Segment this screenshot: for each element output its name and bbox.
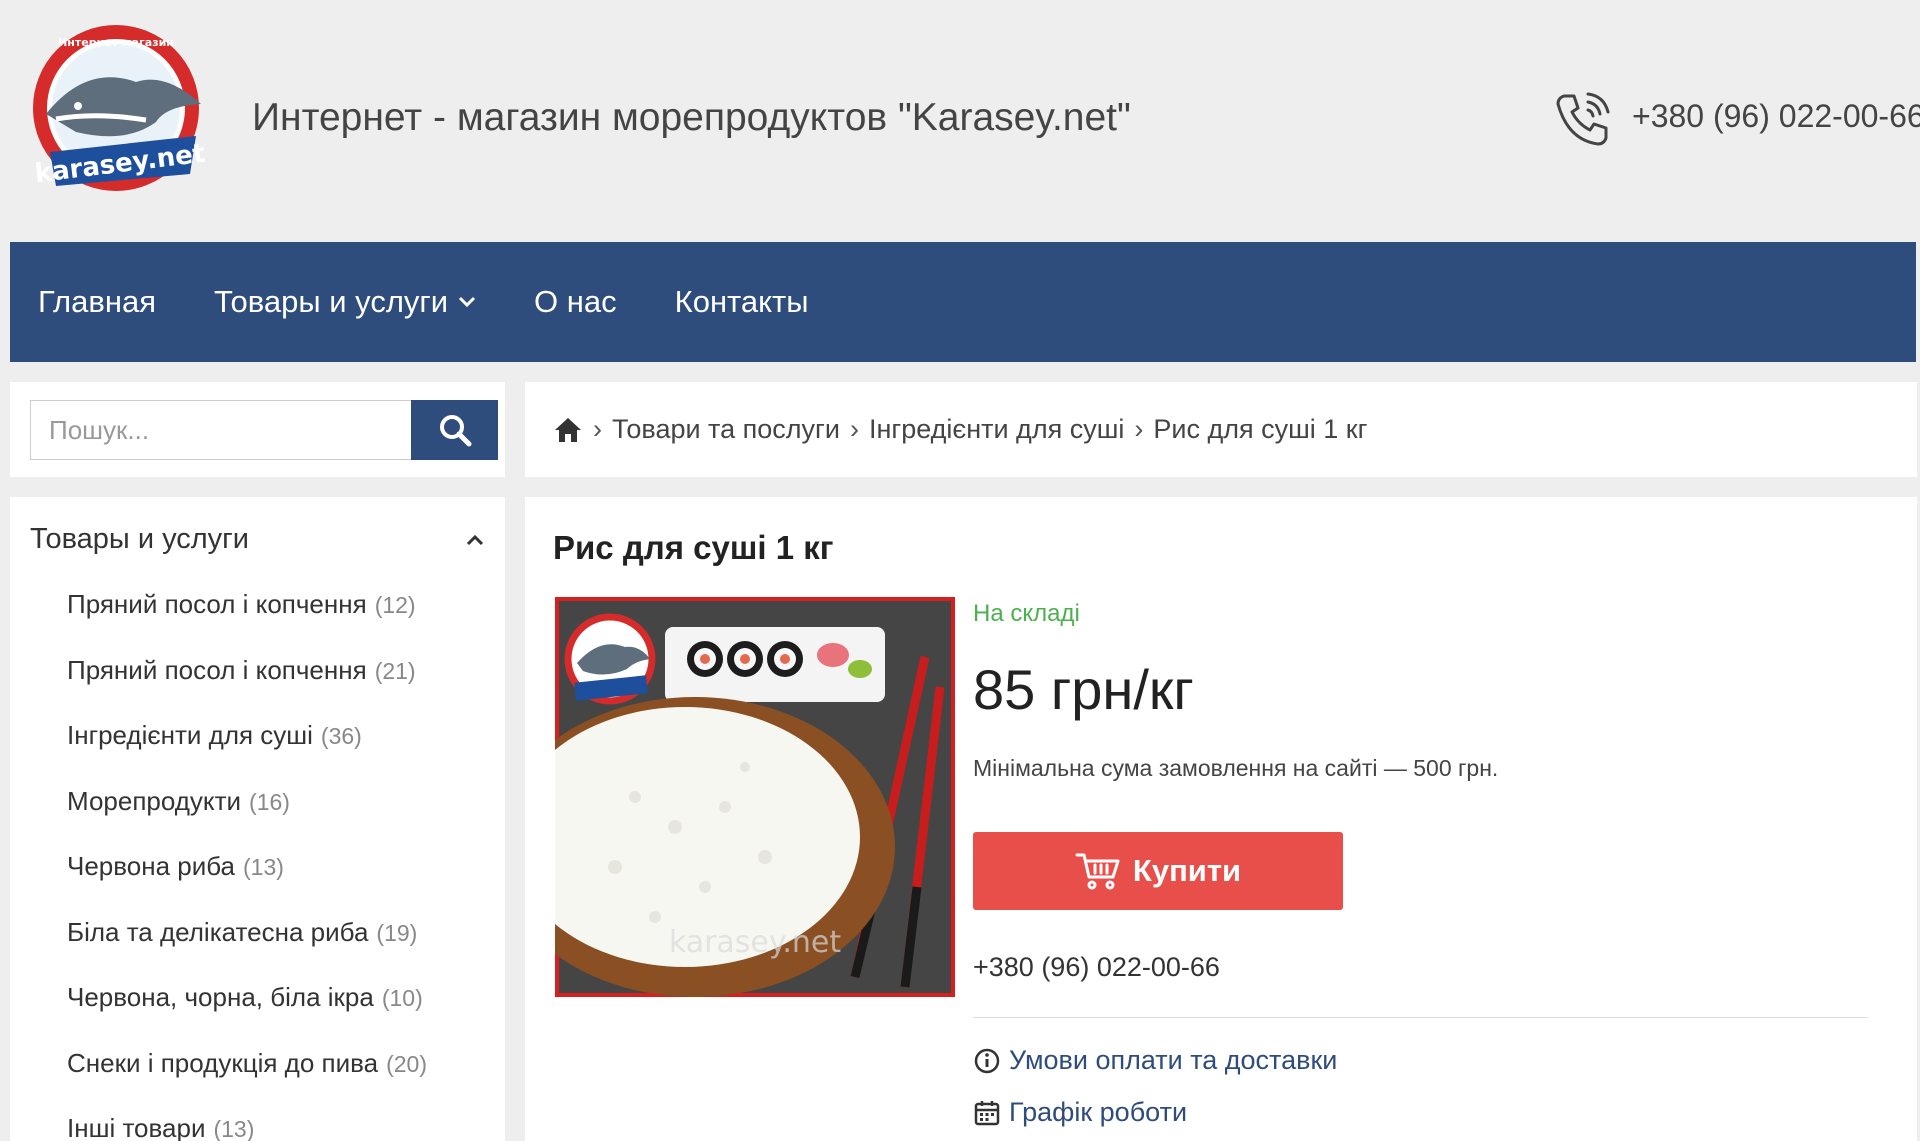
info-icon xyxy=(974,1048,1000,1073)
work-schedule-label: Графік роботи xyxy=(1009,1097,1188,1127)
product-price: 85 грн/кг xyxy=(973,658,1194,721)
sidebar-item-label: Червона, чорна, біла ікра xyxy=(67,982,374,1012)
min-order-note: Мінімальна сума замовлення на сайті — 50… xyxy=(973,755,1499,781)
buy-button[interactable]: Купити xyxy=(973,832,1343,910)
product-title: Рис для суші 1 кг xyxy=(553,529,834,566)
stock-status: На складі xyxy=(973,600,1080,627)
sidebar-title: Товары и услуги xyxy=(30,523,249,555)
divider xyxy=(973,1017,1868,1018)
sidebar-item-label: Морепродукти xyxy=(67,785,242,816)
search-button[interactable] xyxy=(411,400,498,460)
breadcrumb-separator: › xyxy=(1134,414,1144,444)
breadcrumb-item-products[interactable]: Товари та послуги xyxy=(612,414,840,445)
nav-products[interactable]: Товары и услуги xyxy=(214,284,476,320)
sidebar-header[interactable]: Товары и услуги xyxy=(30,523,485,556)
search-input[interactable] xyxy=(30,400,412,460)
breadcrumb: › Товари та послуги › Інгредієнти для су… xyxy=(525,382,1917,477)
nav-home-label: Главная xyxy=(38,284,156,319)
payment-delivery-link[interactable]: Умови оплати та доставки xyxy=(973,1045,1337,1076)
sidebar-item-label: Інші товари xyxy=(67,1113,206,1141)
sidebar-list: Пряний посол і копчення (12) Пряний посол… xyxy=(67,577,427,1141)
breadcrumb-item-current: Рис для суші 1 кг xyxy=(1153,414,1368,444)
payment-delivery-label: Умови оплати та доставки xyxy=(1009,1045,1338,1075)
sidebar-item-count: (16) xyxy=(249,788,290,815)
sidebar-item-count: (36) xyxy=(320,723,362,749)
product-phone[interactable]: +380 (96) 022-00-66 xyxy=(973,952,1220,983)
nav-contacts-label: Контакты xyxy=(674,284,809,319)
product-image[interactable]: karasey.net xyxy=(555,597,955,997)
logo-ring-text: Интернет-магазин xyxy=(58,36,174,49)
product-content: Рис для суші 1 кг karasey.net На складі … xyxy=(525,497,1917,1141)
sidebar-item-count: (20) xyxy=(386,1050,428,1077)
sidebar-item-seafood[interactable]: Морепродукти (16) xyxy=(67,774,427,840)
phone-icon xyxy=(1550,86,1616,152)
chevron-up-icon[interactable] xyxy=(465,533,485,547)
main-nav: Главная Товары и услуги О нас Контакты xyxy=(10,242,1916,362)
site-header: karasey.net Интернет-магазин Интернет - … xyxy=(0,0,1920,242)
category-sidebar: Товары и услуги Пряний посол і копчення (… xyxy=(10,497,505,1141)
sidebar-item-count: (13) xyxy=(213,1116,255,1141)
nav-about[interactable]: О нас xyxy=(534,284,617,320)
sidebar-item-red-fish[interactable]: Червона риба (13) xyxy=(67,839,427,905)
nav-products-label: Товары и услуги xyxy=(214,284,449,319)
nav-about-label: О нас xyxy=(534,284,617,319)
sidebar-item-count: (19) xyxy=(376,919,418,946)
sidebar-item-spicy-salting-1[interactable]: Пряний посол і копчення (12) xyxy=(67,577,427,643)
sidebar-item-count: (10) xyxy=(381,985,423,1011)
chevron-down-icon xyxy=(458,296,476,308)
site-logo[interactable]: karasey.net Интернет-магазин xyxy=(16,24,216,204)
site-title: Интернет - магазин морепродуктов "Karase… xyxy=(252,96,1131,139)
search-panel xyxy=(10,382,505,477)
image-watermark: karasey.net xyxy=(669,925,842,960)
sidebar-item-label: Пряний посол і копчення xyxy=(67,654,367,685)
sidebar-item-white-fish[interactable]: Біла та делікатесна риба (19) xyxy=(67,905,427,971)
breadcrumb-separator: › xyxy=(849,414,859,444)
buy-button-label: Купити xyxy=(1132,853,1242,888)
calendar-icon xyxy=(974,1100,1000,1125)
breadcrumb-separator: › xyxy=(593,414,602,444)
header-phone[interactable]: +380 (96) 022-00-66 xyxy=(1632,98,1920,135)
breadcrumb-item-sushi-ingredients[interactable]: Інгредієнти для суші xyxy=(869,414,1124,445)
sidebar-item-spicy-salting-2[interactable]: Пряний посол і копчення (21) xyxy=(67,643,427,709)
sidebar-item-label: Снеки і продукція до пива xyxy=(67,1047,379,1078)
sidebar-item-count: (12) xyxy=(374,592,416,618)
nav-contacts[interactable]: Контакты xyxy=(675,284,809,320)
sidebar-item-count: (13) xyxy=(243,854,284,880)
sidebar-item-count: (21) xyxy=(374,657,416,684)
sidebar-item-label: Червона риба xyxy=(67,851,236,881)
sidebar-item-snacks[interactable]: Снеки і продукція до пива (20) xyxy=(67,1036,427,1102)
sidebar-item-caviar[interactable]: Червона, чорна, біла ікра (10) xyxy=(67,970,427,1036)
sidebar-item-label: Інгредієнти для суші xyxy=(67,720,313,750)
sidebar-item-label: Біла та делікатесна риба xyxy=(67,916,369,947)
sidebar-item-label: Пряний посол і копчення xyxy=(67,589,367,619)
home-icon[interactable] xyxy=(553,416,583,444)
cart-icon xyxy=(1075,853,1120,890)
sidebar-item-sushi-ingredients[interactable]: Інгредієнти для суші (36) xyxy=(67,708,427,774)
work-schedule-link[interactable]: Графік роботи xyxy=(973,1097,1187,1128)
nav-home[interactable]: Главная xyxy=(38,284,156,320)
search-icon xyxy=(439,415,471,447)
sidebar-item-other[interactable]: Інші товари (13) xyxy=(67,1101,427,1141)
